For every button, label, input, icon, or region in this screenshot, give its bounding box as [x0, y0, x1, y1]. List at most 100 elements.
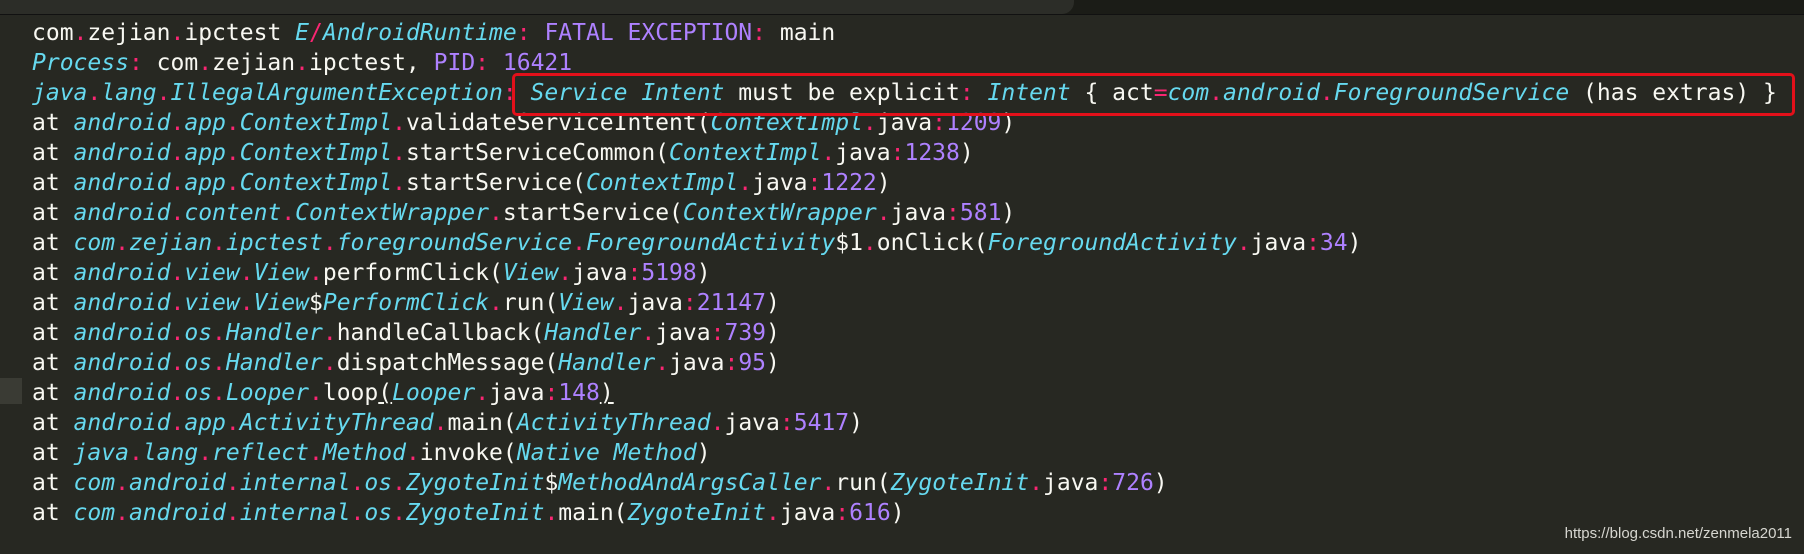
log-token: View	[253, 260, 309, 286]
log-token: .	[489, 200, 503, 226]
log-token: android	[73, 290, 171, 316]
log-token: .	[766, 500, 780, 526]
log-token: android	[73, 380, 171, 406]
log-token: )	[890, 500, 905, 526]
log-token: at	[32, 320, 74, 346]
log-token: 16421	[502, 50, 573, 76]
log-token: internal	[239, 500, 351, 526]
log-token: com	[156, 50, 199, 76]
log-token: .	[170, 320, 185, 346]
log-token: .	[821, 140, 836, 166]
log-token: ContextWrapper	[682, 200, 877, 226]
log-token: zejian	[212, 50, 296, 76]
log-token: com	[73, 470, 116, 496]
log-token: 726	[1112, 470, 1154, 496]
log-token: 1209	[946, 110, 1002, 136]
log-token: 5417	[793, 410, 850, 436]
log-token: :	[835, 500, 850, 526]
log-token: :	[544, 380, 559, 406]
log-token: View	[558, 290, 614, 316]
log-token: 148	[558, 380, 600, 406]
log-token: .	[876, 200, 891, 226]
log-token: ContextImpl	[669, 140, 822, 166]
log-token: .	[87, 80, 102, 106]
log-token: :	[932, 110, 947, 136]
log-token: startService(	[405, 170, 586, 196]
log-token: .	[392, 500, 406, 526]
log-token: android	[73, 170, 171, 196]
log-token: loop	[322, 380, 379, 406]
log-token: .	[170, 410, 185, 436]
log-token: PID	[433, 50, 476, 76]
log-line: at android.app.ContextImpl.validateServi…	[32, 108, 1777, 138]
log-line: Process: com.zejian.ipctest, PID: 16421	[32, 48, 1777, 78]
log-token: .	[225, 470, 240, 496]
log-token: .	[198, 440, 213, 466]
log-token: )	[766, 350, 780, 376]
log-token: .	[308, 440, 323, 466]
log-token: .	[544, 500, 559, 526]
log-token: PerformClick	[322, 290, 490, 316]
log-token: .	[710, 410, 725, 436]
log-token: .	[1209, 80, 1223, 106]
log-token: .	[212, 380, 226, 406]
editor-tab[interactable]	[0, 0, 1074, 14]
log-token: :	[890, 140, 905, 166]
log-token: java	[890, 200, 947, 226]
log-token: Native Method	[516, 440, 697, 466]
log-token: View	[253, 290, 309, 316]
log-token: os	[184, 350, 213, 376]
log-token: com	[73, 500, 116, 526]
log-token: validateServiceIntent(	[405, 110, 711, 136]
log-token: :	[946, 200, 960, 226]
log-token: .	[862, 110, 877, 136]
log-token: main(	[447, 410, 517, 436]
log-token: :	[1306, 230, 1320, 256]
log-token: android	[73, 320, 171, 346]
log-token: .	[225, 170, 240, 196]
log-token: .	[295, 50, 309, 76]
log-token: .	[170, 290, 185, 316]
log-token: :	[475, 50, 503, 76]
log-token: :	[779, 410, 794, 436]
log-token: at	[32, 500, 74, 526]
log-token: ZygoteInit	[405, 500, 545, 526]
log-output[interactable]: com.zejian.ipctest E/AndroidRuntime: FAT…	[32, 18, 1777, 528]
log-token: os	[184, 320, 213, 346]
log-token: must be explicit	[724, 80, 960, 106]
log-token: .	[239, 260, 254, 286]
log-token: dispatchMessage(	[336, 350, 559, 376]
log-token: at	[32, 110, 74, 136]
log-token: android	[1222, 80, 1320, 106]
log-token: .	[1029, 470, 1043, 496]
log-token: ContextImpl	[585, 170, 739, 196]
log-token: reflect	[212, 440, 309, 466]
log-line: at android.app.ContextImpl.startServiceC…	[32, 138, 1777, 168]
log-token: android	[73, 140, 171, 166]
log-token: .	[308, 260, 323, 286]
log-token: performClick(	[322, 260, 503, 286]
log-token: ForegroundService	[1333, 80, 1570, 106]
log-token: os	[184, 380, 213, 406]
log-token: 1222	[821, 170, 877, 196]
log-token: ForegroundActivity	[585, 230, 836, 256]
log-token: ipctest,	[309, 50, 434, 76]
log-token: .	[212, 320, 226, 346]
log-token: .	[115, 500, 129, 526]
log-token: :	[710, 320, 725, 346]
log-token: )	[696, 440, 711, 466]
log-token: .	[641, 320, 656, 346]
log-token: Looper	[225, 380, 309, 406]
log-token: :	[959, 80, 988, 106]
log-token: zejian	[128, 230, 213, 256]
log-token: com	[73, 230, 116, 256]
log-token: :	[502, 80, 531, 106]
log-token: :	[682, 290, 697, 316]
log-token: E	[295, 20, 309, 46]
log-token: foregroundService	[336, 230, 573, 256]
log-line: com.zejian.ipctest E/AndroidRuntime: FAT…	[32, 18, 1777, 48]
log-token: onClick(	[876, 230, 988, 256]
log-token: at	[32, 410, 74, 436]
log-token: .	[322, 320, 337, 346]
log-token: os	[364, 500, 393, 526]
